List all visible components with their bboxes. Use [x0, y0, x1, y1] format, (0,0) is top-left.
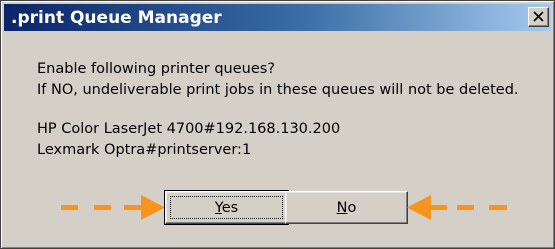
- queue-item-lexmark: Lexmark Optra#printserver:1: [37, 142, 252, 158]
- message-line-2: If NO, undeliverable print jobs in these…: [37, 82, 519, 98]
- arrow-dash: [489, 205, 507, 210]
- queue-item-hp: HP Color LaserJet 4700#192.168.130.200: [37, 121, 341, 137]
- arrowhead-left-icon: [407, 195, 431, 220]
- no-label-rest: o: [347, 200, 357, 216]
- close-button[interactable]: [528, 7, 549, 27]
- arrow-dash: [457, 205, 474, 210]
- arrow-dash: [94, 205, 111, 210]
- window-title: .print Queue Manager: [11, 8, 222, 28]
- arrow-dash: [61, 205, 78, 210]
- arrowhead-right-icon: [141, 195, 165, 220]
- close-icon: [533, 11, 544, 22]
- title-bar[interactable]: .print Queue Manager: [4, 4, 551, 31]
- dialog-window: .print Queue Manager Enable following pr…: [0, 0, 555, 249]
- no-button[interactable]: No: [285, 191, 408, 224]
- arrow-dash: [429, 205, 447, 210]
- yes-button[interactable]: Yes: [164, 190, 289, 225]
- no-accelerator: N: [336, 200, 348, 216]
- focus-rectangle: [170, 196, 283, 219]
- message-line-1: Enable following printer queues?: [37, 61, 276, 77]
